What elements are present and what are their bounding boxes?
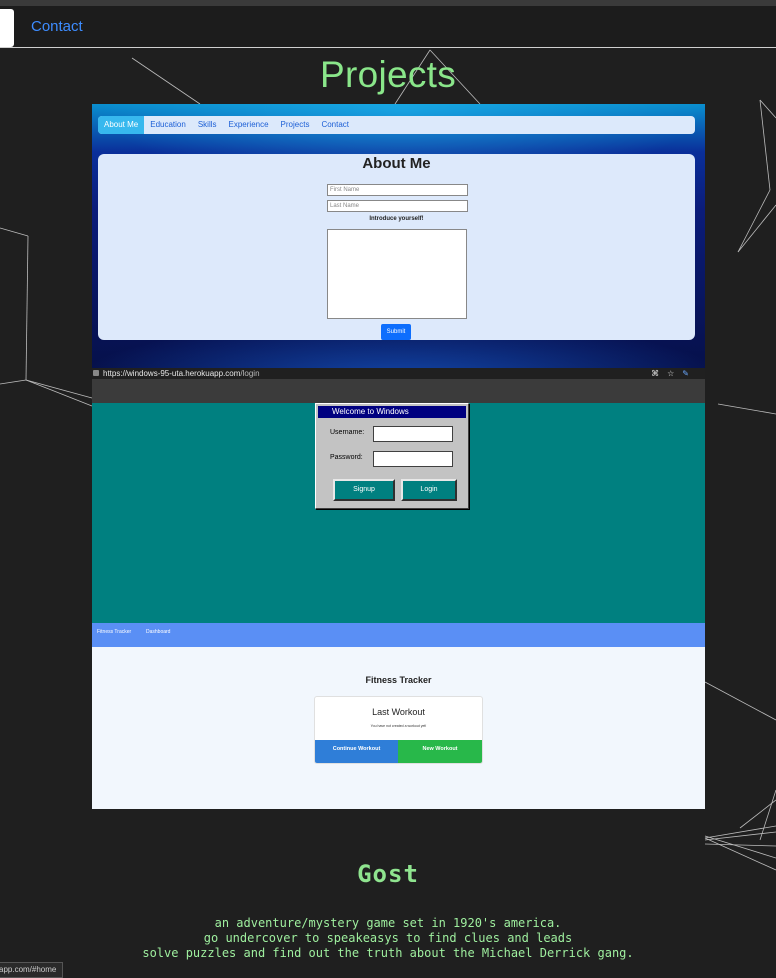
signup-button: Signup bbox=[333, 479, 395, 501]
about-me-card: About Me First Name Last Name Introduce … bbox=[98, 154, 695, 340]
login-window: Welcome to Windows Username: Password: S… bbox=[315, 403, 469, 509]
last-workout-heading: Last Workout bbox=[372, 707, 425, 717]
top-navbar: Contact bbox=[0, 0, 776, 48]
gost-description-line: solve puzzles and find out the truth abo… bbox=[142, 946, 634, 960]
project-screenshot-fitness-tracker[interactable]: Fitness Tracker Dashboard Fitness Tracke… bbox=[92, 623, 705, 809]
project-navbar: Fitness Tracker Dashboard bbox=[92, 623, 705, 647]
gost-description: an adventure/mystery game set in 1920's … bbox=[0, 916, 776, 961]
password-label: Password: bbox=[330, 454, 363, 461]
star-icon: ☆ bbox=[667, 369, 683, 378]
fitness-title: Fitness Tracker bbox=[365, 675, 432, 685]
browser-toolbar bbox=[92, 379, 705, 403]
first-name-field: First Name bbox=[327, 184, 468, 196]
project-screenshot-windows-95[interactable]: https://windows-95-uta.herokuapp.com/log… bbox=[92, 368, 705, 624]
submit-button: Submit bbox=[381, 324, 411, 340]
project-navbar: About Me Education Skills Experience Pro… bbox=[98, 116, 695, 134]
last-workout-card: Last Workout You have not created a work… bbox=[314, 696, 483, 764]
project-nav-item: Fitness Tracker bbox=[97, 629, 132, 635]
browser-url: https://windows-95-uta.herokuapp.com/log… bbox=[103, 368, 260, 379]
url-host: https://windows-95-uta.herokuapp.com bbox=[103, 369, 241, 378]
window-titlebar: Welcome to Windows bbox=[318, 406, 466, 418]
gost-description-line: go undercover to speakeasys to find clue… bbox=[203, 931, 573, 945]
about-me-heading: About Me bbox=[362, 155, 431, 172]
new-workout-button: New Workout bbox=[398, 740, 482, 763]
project-nav-item: Skills bbox=[197, 120, 217, 129]
project-nav-item: About Me bbox=[98, 116, 145, 134]
status-bar-url: app.com/#home bbox=[0, 962, 64, 978]
gost-description-line: an adventure/mystery game set in 1920's … bbox=[214, 916, 562, 930]
browser-toolbar-icons: ⌘☆✎ bbox=[651, 368, 697, 379]
project-nav-item: Projects bbox=[280, 120, 310, 129]
intro-label: Introduce yourself! bbox=[369, 216, 424, 222]
last-name-field: Last Name bbox=[327, 200, 468, 212]
extension-icon: ⌘ bbox=[651, 369, 668, 378]
project-nav-item: Experience bbox=[228, 120, 269, 129]
login-button: Login bbox=[401, 479, 457, 501]
section-title: Projects bbox=[319, 54, 457, 95]
lock-icon bbox=[93, 370, 99, 376]
username-field bbox=[373, 426, 453, 442]
project-nav-item: Education bbox=[150, 120, 186, 129]
username-label: Username: bbox=[330, 429, 365, 436]
nav-link-contact[interactable]: Contact bbox=[31, 18, 83, 35]
gost-title: Gost bbox=[357, 860, 419, 888]
project-screenshot-about-me[interactable]: About Me Education Skills Experience Pro… bbox=[92, 104, 705, 369]
nav-active-tab[interactable] bbox=[0, 9, 14, 47]
last-workout-subtext: You have not created a workout yet! bbox=[370, 724, 427, 728]
intro-textarea bbox=[327, 229, 467, 319]
project-nav-item: Contact bbox=[321, 120, 350, 129]
url-path: /login bbox=[240, 369, 260, 378]
pencil-icon: ✎ bbox=[682, 369, 697, 378]
password-field bbox=[373, 451, 453, 467]
project-nav-item: Dashboard bbox=[146, 629, 171, 635]
continue-workout-button: Continue Workout bbox=[315, 740, 398, 763]
browser-url-bar: https://windows-95-uta.herokuapp.com/log… bbox=[92, 368, 705, 379]
